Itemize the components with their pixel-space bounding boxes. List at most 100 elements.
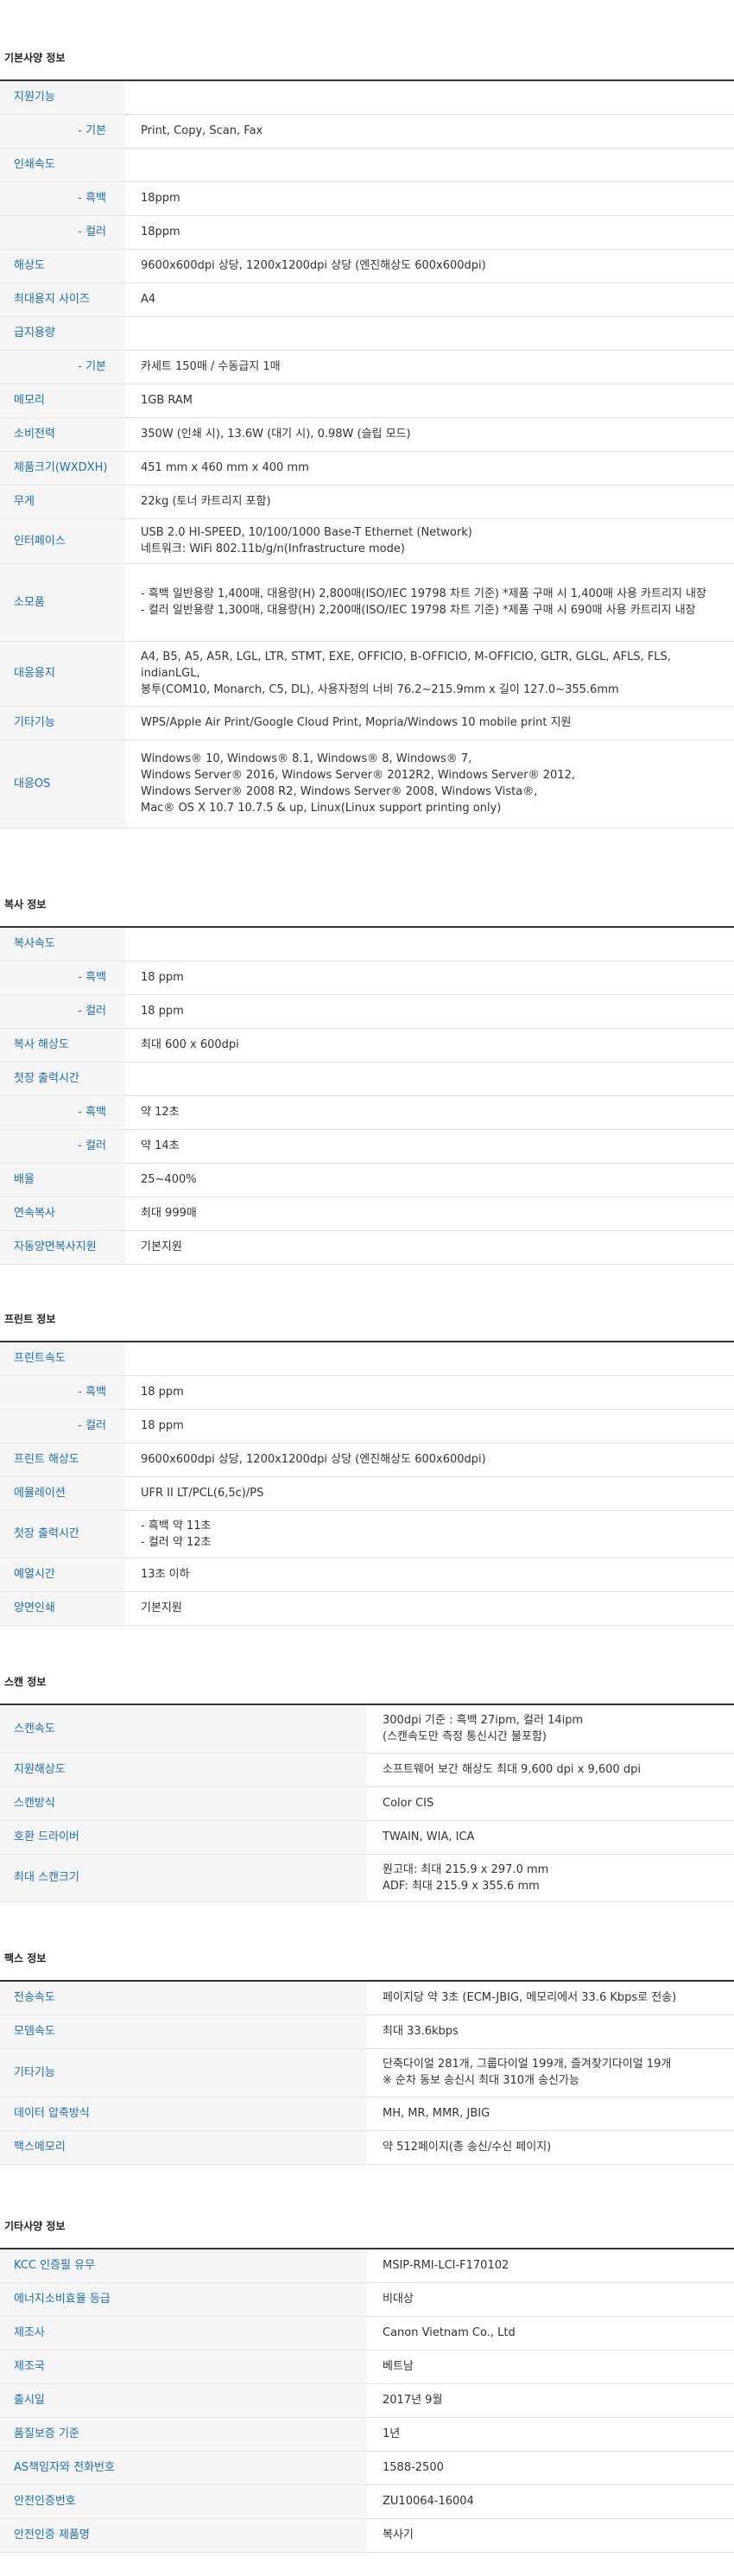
table-row: - 흑백 약 12초 — [0, 1095, 734, 1130]
row-value: 350W (인쇄 시), 13.6W (대기 시), 0.98W (슬립 모드) — [125, 417, 734, 452]
table-row: 소모품 - 흑백 일반용량 1,400매, 대용량(H) 2,800매(ISO/I… — [0, 563, 734, 642]
table-row: 안전인증번호 ZU10064-16004 — [0, 2484, 734, 2519]
table-row: 품질보증 기준 1년 — [0, 2417, 734, 2452]
table-row: - 흑백 18 ppm — [0, 961, 734, 995]
row-value: 기본지원 — [125, 1230, 734, 1265]
row-value: 약 512페이지(총 송신/수신 페이지) — [367, 2130, 734, 2165]
table-row: 자동양면복사지원 기본지원 — [0, 1230, 734, 1265]
table-row: 연속복사 최대 999매 — [0, 1196, 734, 1231]
table-row: - 기본 카세트 150매 / 수동급지 1매 — [0, 350, 734, 384]
table-row: - 컬러 18 ppm — [0, 1409, 734, 1443]
table-row: 첫장 출력시간 - 흑백 약 11초 - 컬러 약 12초 — [0, 1510, 734, 1558]
row-value: 18 ppm — [125, 994, 734, 1029]
row-label: 제조국 — [0, 2350, 367, 2384]
table-row: 에뮬레이션 UFR II LT/PCL(6,5c)/PS — [0, 1476, 734, 1511]
row-value — [125, 80, 734, 115]
row-label: 복사 해상도 — [0, 1028, 125, 1063]
spec-table: 지원기능 - 기본 Print, Copy, Scan, Fax 인쇄속도 - 흑… — [0, 79, 734, 828]
row-label: - 흑백 — [0, 1095, 125, 1130]
row-value — [125, 316, 734, 351]
row-value: 최대 33.6kbps — [367, 2014, 734, 2049]
table-row: 대응용지 A4, B5, A5, A5R, LGL, LTR, STMT, EXE… — [0, 641, 734, 707]
row-label: - 흑백 — [0, 181, 125, 216]
row-label: AS책임자와 전화번호 — [0, 2451, 367, 2485]
section-title: 기타사양 정보 — [4, 2220, 66, 2232]
section-title: 팩스 정보 — [4, 1952, 47, 1964]
spec-table: KCC 인증필 유무 MSIP-RMI-LCI-F170102 에너지소비효율 등… — [0, 2248, 734, 2553]
row-value — [125, 1062, 734, 1096]
row-label: 첫장 출력시간 — [0, 1062, 125, 1096]
row-value: 1년 — [367, 2417, 734, 2452]
row-value: 2017년 9월 — [367, 2383, 734, 2418]
row-value: 18 ppm — [125, 1409, 734, 1443]
table-row: 호환 드라이버 TWAIN, WIA, ICA — [0, 1820, 734, 1855]
row-value: - 흑백 일반용량 1,400매, 대용량(H) 2,800매(ISO/IEC … — [125, 563, 734, 642]
table-row: 인터페이스 USB 2.0 HI-SPEED, 10/100/1000 Base-… — [0, 518, 734, 564]
row-value: 최대 600 x 600dpi — [125, 1028, 734, 1063]
spec-table: 스캔속도 300dpi 기준 : 흑백 27ipm, 컬러 14ipm (스캔속도… — [0, 1704, 734, 1902]
table-row: 에너지소비효율 등급 비대상 — [0, 2282, 734, 2317]
row-value: WPS/Apple Air Print/Google Cloud Print, … — [125, 706, 734, 740]
row-label: 인쇄속도 — [0, 148, 125, 182]
row-label: 기타기능 — [0, 2048, 367, 2097]
row-label: - 기본 — [0, 350, 125, 384]
table-row: - 컬러 18ppm — [0, 215, 734, 250]
row-label: - 흑백 — [0, 961, 125, 995]
table-row: KCC 인증필 유무 MSIP-RMI-LCI-F170102 — [0, 2249, 734, 2283]
table-row: 소비전력 350W (인쇄 시), 13.6W (대기 시), 0.98W (슬립… — [0, 417, 734, 452]
section-title: 스캔 정보 — [4, 1676, 47, 1688]
table-row: 해상도 9600x600dpi 상당, 1200x1200dpi 상당 (엔진해상… — [0, 249, 734, 283]
table-row: 배율 25~400% — [0, 1163, 734, 1197]
section-title: 복사 정보 — [4, 898, 47, 910]
row-label: 첫장 출력시간 — [0, 1510, 125, 1558]
row-label: 급지용량 — [0, 316, 125, 351]
table-row: 복사 해상도 최대 600 x 600dpi — [0, 1028, 734, 1063]
table-row: 무게 22kg (토너 카트리지 포함) — [0, 485, 734, 519]
row-label: - 컬러 — [0, 1129, 125, 1164]
table-row: 지원해상도 소프트웨어 보간 해상도 최대 9,600 dpi x 9,600 d… — [0, 1753, 734, 1787]
row-label: 예열시간 — [0, 1558, 125, 1592]
row-value: 18ppm — [125, 215, 734, 250]
table-row: AS책임자와 전화번호 1588-2500 — [0, 2451, 734, 2485]
table-row: 복사속도 — [0, 927, 734, 961]
spec-table: 복사속도 - 흑백 18 ppm - 컬러 18 ppm 복사 해상도 최대 600 … — [0, 926, 734, 1265]
table-row: - 컬러 약 14초 — [0, 1129, 734, 1164]
table-row: - 흑백 18 ppm — [0, 1375, 734, 1410]
row-value — [125, 927, 734, 961]
row-value: 카세트 150매 / 수동급지 1매 — [125, 350, 734, 384]
row-label: - 기본 — [0, 114, 125, 149]
row-value: Color CIS — [367, 1786, 734, 1821]
row-value: TWAIN, WIA, ICA — [367, 1820, 734, 1855]
table-row: 최대용지 사이즈 A4 — [0, 282, 734, 317]
row-label: 제조사 — [0, 2316, 367, 2351]
row-value: 13초 이하 — [125, 1558, 734, 1592]
table-row: 제조국 베트남 — [0, 2350, 734, 2384]
row-label: 프린트속도 — [0, 1342, 125, 1376]
row-label: 품질보증 기준 — [0, 2417, 367, 2452]
table-row: 제품크기(WXDXH) 451 mm x 460 mm x 400 mm — [0, 451, 734, 485]
row-label: 대응용지 — [0, 641, 125, 707]
table-row: 예열시간 13초 이하 — [0, 1558, 734, 1592]
section-copy: 복사 정보 복사속도 - 흑백 18 ppm - 컬러 18 ppm 복사 해상도 최… — [0, 881, 734, 1265]
row-label: - 컬러 — [0, 215, 125, 250]
row-label: 모뎀속도 — [0, 2014, 367, 2049]
table-row: 스캔방식 Color CIS — [0, 1786, 734, 1821]
row-label: 최대 스캔크기 — [0, 1854, 367, 1902]
row-label: 전송속도 — [0, 1981, 367, 2015]
row-label: 제품크기(WXDXH) — [0, 451, 125, 485]
row-label: 양면인쇄 — [0, 1591, 125, 1626]
table-row: 최대 스캔크기 원고대: 최대 215.9 x 297.0 mm ADF: 최대 … — [0, 1854, 734, 1902]
row-value: USB 2.0 HI-SPEED, 10/100/1000 Base-T Eth… — [125, 518, 734, 564]
row-label: 소비전력 — [0, 417, 125, 452]
row-value: 9600x600dpi 상당, 1200x1200dpi 상당 (엔진해상도 6… — [125, 1443, 734, 1477]
row-value: 비대상 — [367, 2282, 734, 2317]
row-label: 연속복사 — [0, 1196, 125, 1231]
row-value: 베트남 — [367, 2350, 734, 2384]
row-value: 약 12초 — [125, 1095, 734, 1130]
section-basic: 기본사양 정보 지원기능 - 기본 Print, Copy, Scan, Fax … — [0, 35, 734, 828]
row-value: 원고대: 최대 215.9 x 297.0 mm ADF: 최대 215.9 x… — [367, 1854, 734, 1902]
row-value: Windows® 10, Windows® 8.1, Windows® 8, W… — [125, 739, 734, 828]
row-label: 프린트 해상도 — [0, 1443, 125, 1477]
table-row: 팩스메모리 약 512페이지(총 송신/수신 페이지) — [0, 2130, 734, 2165]
table-row: - 흑백 18ppm — [0, 181, 734, 216]
